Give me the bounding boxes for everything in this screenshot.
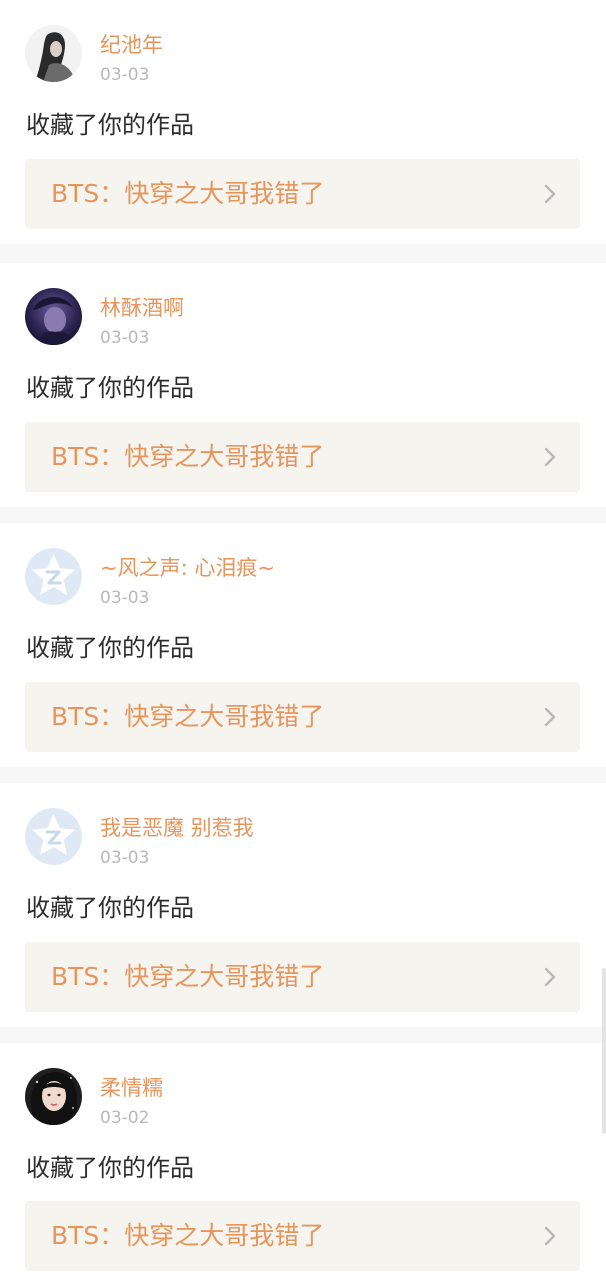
notification-card: ~风之声: 心泪痕~ 03-03 收藏了你的作品 BTS：快穿之大哥我错了 — [0, 523, 606, 767]
work-link[interactable]: BTS：快穿之大哥我错了 — [25, 682, 580, 752]
notification-feed: 纪池年 03-03 收藏了你的作品 BTS：快穿之大哥我错了 林酥酒啊 03-0… — [0, 0, 606, 1280]
work-title: BTS：快穿之大哥我错了 — [51, 179, 325, 208]
username[interactable]: 纪池年 — [100, 31, 163, 59]
work-title: BTS：快穿之大哥我错了 — [51, 1221, 325, 1250]
user-avatar[interactable] — [25, 288, 82, 345]
username[interactable]: 我是恶魔 别惹我 — [100, 814, 254, 842]
timestamp: 03-03 — [100, 65, 150, 85]
work-title: BTS：快穿之大哥我错了 — [51, 962, 325, 991]
username[interactable]: 林酥酒啊 — [100, 294, 184, 322]
chevron-right-icon — [543, 446, 557, 468]
timestamp: 03-03 — [100, 588, 150, 608]
chevron-right-icon — [543, 183, 557, 205]
timestamp: 03-03 — [100, 848, 150, 868]
action-text: 收藏了你的作品 — [26, 111, 194, 139]
photo-dark-purple-portrait-icon — [25, 288, 82, 345]
work-link[interactable]: BTS：快穿之大哥我错了 — [25, 1201, 580, 1271]
timestamp: 03-03 — [100, 328, 150, 348]
notification-card: 林酥酒啊 03-03 收藏了你的作品 BTS：快穿之大哥我错了 — [0, 263, 606, 507]
default-star-avatar-icon — [25, 808, 82, 865]
action-text: 收藏了你的作品 — [26, 894, 194, 922]
user-avatar[interactable] — [25, 25, 82, 82]
chevron-right-icon — [543, 1225, 557, 1247]
user-avatar[interactable] — [25, 808, 82, 865]
scrollbar[interactable] — [602, 968, 606, 1134]
work-link[interactable]: BTS：快穿之大哥我错了 — [25, 422, 580, 492]
work-title: BTS：快穿之大哥我错了 — [51, 442, 325, 471]
chevron-right-icon — [543, 706, 557, 728]
default-star-avatar-icon — [25, 548, 82, 605]
photo-girl-dark-hair-icon — [25, 25, 82, 82]
username[interactable]: 柔情糯 — [100, 1074, 163, 1102]
notification-card: 我是恶魔 别惹我 03-03 收藏了你的作品 BTS：快穿之大哥我错了 — [0, 783, 606, 1027]
username[interactable]: ~风之声: 心泪痕~ — [100, 554, 275, 582]
notification-card: 柔情糯 03-02 收藏了你的作品 BTS：快穿之大哥我错了 — [0, 1043, 606, 1280]
notification-card: 纪池年 03-03 收藏了你的作品 BTS：快穿之大哥我错了 — [0, 0, 606, 244]
chevron-right-icon — [543, 966, 557, 988]
work-link[interactable]: BTS：快穿之大哥我错了 — [25, 159, 580, 229]
user-avatar[interactable] — [25, 548, 82, 605]
photo-girl-portrait-icon — [25, 1068, 82, 1125]
work-link[interactable]: BTS：快穿之大哥我错了 — [25, 942, 580, 1012]
user-avatar[interactable] — [25, 1068, 82, 1125]
action-text: 收藏了你的作品 — [26, 634, 194, 662]
action-text: 收藏了你的作品 — [26, 1154, 194, 1182]
timestamp: 03-02 — [100, 1108, 150, 1128]
work-title: BTS：快穿之大哥我错了 — [51, 702, 325, 731]
action-text: 收藏了你的作品 — [26, 374, 194, 402]
